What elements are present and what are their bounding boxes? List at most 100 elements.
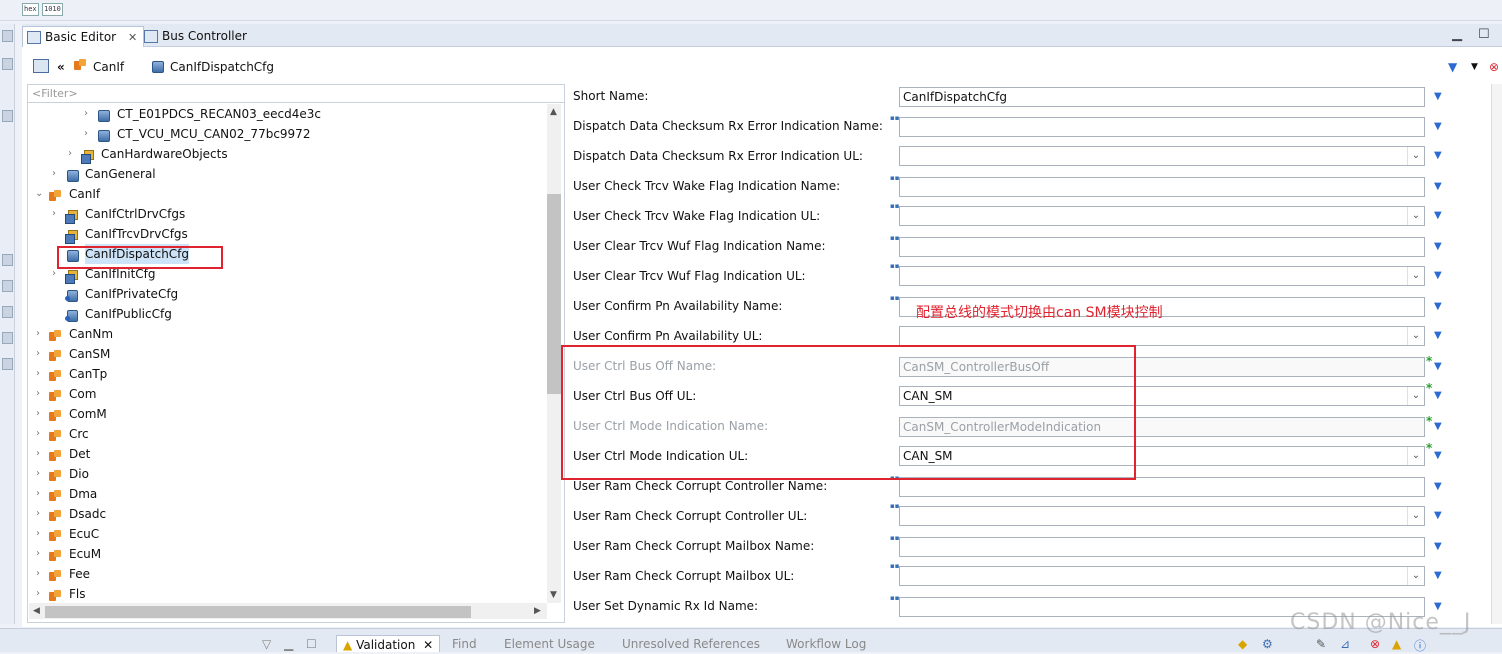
combo-box[interactable]: ⌄ [899,146,1425,166]
maximize-icon[interactable]: ☐ [1478,27,1490,42]
combo-box[interactable]: ⌄ [899,266,1425,286]
chevron-right-icon[interactable]: › [36,444,46,459]
close-icon[interactable]: ⊗ [1489,59,1499,75]
binary-view-icon[interactable]: 1010 [42,3,63,16]
info-icon[interactable]: ⓘ [1414,637,1426,654]
chevron-down-icon[interactable]: ▼ [1434,122,1444,132]
chevron-down-icon[interactable]: ▼ [1434,302,1444,312]
chevron-down-icon[interactable]: ⌄ [1407,507,1424,525]
chevron-down-icon[interactable]: ▼ [1434,182,1444,192]
tab-bus-controller[interactable]: Bus Controller [140,26,253,46]
scroll-up-icon[interactable]: ▲ [550,107,557,117]
filter-icon[interactable]: ▼ [1448,59,1457,75]
chevron-down-icon[interactable]: ▼ [1434,422,1444,432]
short-name-input[interactable]: CanIfDispatchCfg [899,87,1425,107]
chevron-down-icon[interactable]: ▼ [1434,211,1444,221]
tab-find[interactable]: Find [452,637,477,651]
minimized-view-icon[interactable] [2,332,13,344]
chevron-down-icon[interactable]: ▼ [1434,242,1444,252]
combo-box[interactable]: ⌄ [899,326,1425,346]
settings-icon[interactable]: ⚙ [1262,637,1273,651]
form-vertical-scrollbar[interactable] [1491,84,1502,624]
chevron-down-icon[interactable]: ▼ [1434,271,1444,281]
outline-icon[interactable] [33,59,49,73]
minimized-view-icon[interactable] [2,306,13,318]
tools-icon[interactable]: ✎ [1316,637,1326,651]
chevron-right-icon[interactable]: › [84,124,94,139]
chevron-down-icon[interactable]: ⌄ [1407,147,1424,165]
minimized-view-icon[interactable] [2,280,13,292]
text-input[interactable] [899,477,1425,497]
chevron-down-icon[interactable]: ▼ [1434,391,1444,401]
close-icon[interactable]: ✕ [423,638,433,652]
chevron-right-icon[interactable]: › [52,164,62,179]
breadcrumb-item[interactable]: CanIfDispatchCfg [170,59,274,75]
combo-box[interactable]: ⌄ [899,506,1425,526]
combo-box[interactable]: ⌄ [899,206,1425,226]
text-input[interactable] [899,537,1425,557]
tab-element-usage[interactable]: Element Usage [504,637,595,651]
close-icon[interactable]: ✕ [128,31,137,44]
minimized-view-icon[interactable] [2,254,13,266]
validation-icon[interactable]: ◆ [1238,637,1247,651]
chevron-down-icon[interactable]: ▼ [1471,59,1478,75]
hex-view-icon[interactable]: hex [22,3,39,16]
chevron-down-icon[interactable]: ⌄ [1407,567,1424,585]
chevron-down-icon[interactable]: ▼ [1434,151,1444,161]
chevron-right-icon[interactable]: › [36,464,46,479]
chevron-right-icon[interactable]: › [36,544,46,559]
chevron-right-icon[interactable]: › [52,204,62,219]
minimized-view-icon[interactable] [2,110,13,122]
chevron-down-icon[interactable]: ▽ [262,637,271,651]
scrollbar-thumb[interactable] [547,194,561,394]
chevron-down-icon[interactable]: ▼ [1434,571,1444,581]
chevron-right-icon[interactable]: › [36,584,46,599]
back-icon[interactable]: « [57,59,65,75]
chevron-right-icon[interactable]: › [36,344,46,359]
minimize-icon[interactable]: ▁ [284,637,293,651]
chevron-right-icon[interactable]: › [84,104,94,119]
chevron-down-icon[interactable]: ▼ [1434,92,1444,102]
filter-icon[interactable]: ⊿ [1340,637,1350,651]
text-input[interactable] [899,177,1425,197]
chevron-down-icon[interactable]: ⌄ [1407,267,1424,285]
chevron-down-icon[interactable]: ⌄ [1407,207,1424,225]
chevron-right-icon[interactable]: › [36,384,46,399]
chevron-down-icon[interactable]: ▼ [1434,451,1444,461]
warning-icon[interactable]: ▲ [1392,637,1401,651]
tree-filter-input[interactable]: <Filter> [28,85,564,103]
chevron-down-icon[interactable]: ⌄ [35,184,45,199]
minimized-view-icon[interactable] [2,358,13,370]
minimized-view-icon[interactable] [2,58,13,70]
chevron-right-icon[interactable]: › [36,364,46,379]
chevron-right-icon[interactable]: › [36,524,46,539]
chevron-right-icon[interactable]: › [68,144,78,159]
tab-unresolved-references[interactable]: Unresolved References [622,637,760,651]
chevron-right-icon[interactable]: › [36,424,46,439]
breadcrumb-module[interactable]: CanIf [93,59,124,75]
chevron-right-icon[interactable]: › [36,324,46,339]
chevron-down-icon[interactable]: ▼ [1434,362,1444,372]
chevron-down-icon[interactable]: ⌄ [1407,387,1424,405]
combo-box[interactable]: ⌄ [899,566,1425,586]
minimize-icon[interactable]: ▁ [1452,27,1462,42]
chevron-down-icon[interactable]: ▼ [1434,331,1444,341]
tab-workflow-log[interactable]: Workflow Log [786,637,866,651]
scroll-down-icon[interactable]: ▼ [550,590,557,600]
text-input[interactable] [899,237,1425,257]
scroll-right-icon[interactable]: ▶ [534,606,541,616]
tab-basic-editor[interactable]: Basic Editor ✕ [22,26,145,47]
scrollbar-thumb[interactable] [45,606,471,618]
chevron-right-icon[interactable]: › [36,504,46,519]
scroll-left-icon[interactable]: ◀ [33,606,40,616]
tab-validation[interactable]: ▲ Validation ✕ [336,635,441,652]
chevron-down-icon[interactable]: ▼ [1434,511,1444,521]
chevron-right-icon[interactable]: › [36,564,46,579]
chevron-down-icon[interactable]: ▼ [1434,482,1444,492]
chevron-down-icon[interactable]: ⌄ [1407,327,1424,345]
chevron-right-icon[interactable]: › [36,404,46,419]
text-input[interactable] [899,117,1425,137]
chevron-down-icon[interactable]: ▼ [1434,542,1444,552]
minimized-view-icon[interactable] [2,30,13,42]
chevron-down-icon[interactable]: ⌄ [1407,447,1424,465]
